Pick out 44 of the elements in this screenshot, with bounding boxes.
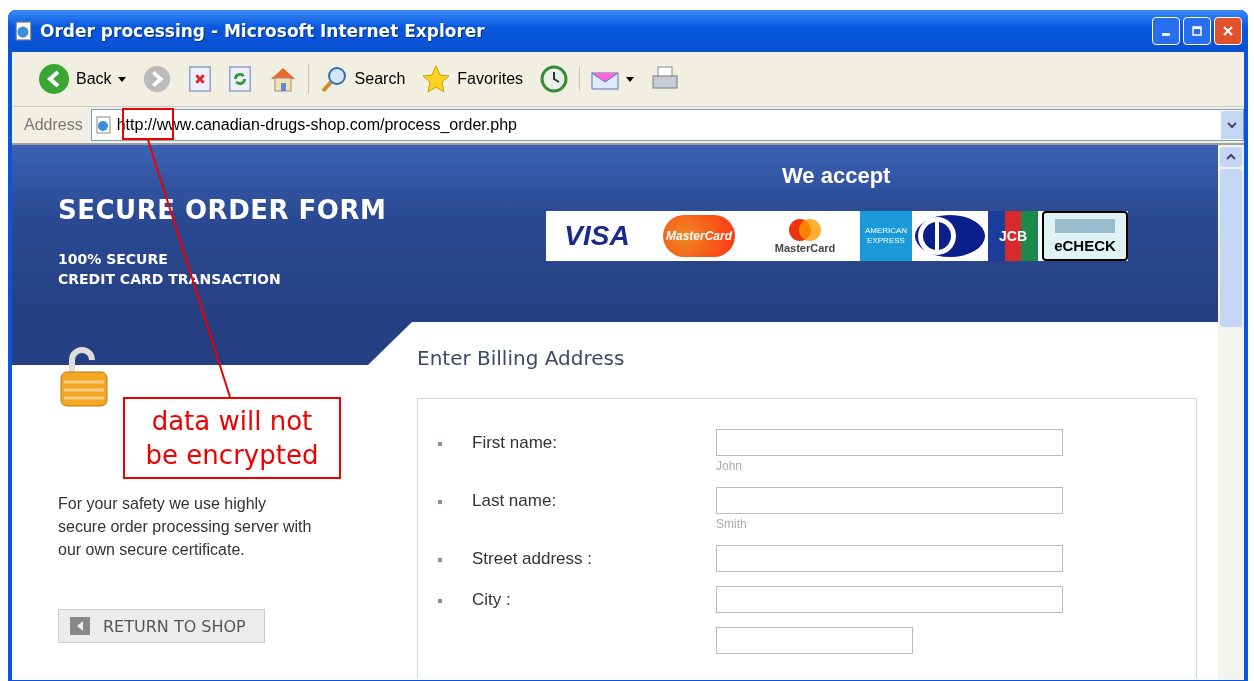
bullet-icon bbox=[438, 500, 442, 504]
search-button[interactable]: Search bbox=[307, 64, 412, 94]
accept-heading: We accept bbox=[782, 163, 891, 189]
page-icon bbox=[94, 116, 113, 134]
text-field[interactable] bbox=[716, 429, 1063, 456]
caret-icon bbox=[117, 76, 126, 82]
bullet-icon bbox=[438, 558, 442, 562]
bullet-icon bbox=[438, 599, 442, 603]
amex-logo: AMERICAN EXPRESS bbox=[860, 211, 912, 261]
field-label: Street address : bbox=[472, 548, 593, 569]
field-label: Last name: bbox=[472, 490, 558, 511]
text-field[interactable] bbox=[716, 586, 1063, 613]
echeck-logo: eCHECK bbox=[1042, 211, 1128, 261]
bullet-icon bbox=[438, 442, 442, 446]
page-icon bbox=[14, 21, 34, 41]
close-icon bbox=[1223, 26, 1233, 36]
back-button[interactable]: Back bbox=[32, 63, 132, 95]
mastercard-logo: MasterCard bbox=[750, 211, 860, 261]
caret-icon bbox=[1227, 120, 1237, 130]
text-field[interactable] bbox=[716, 545, 1063, 572]
minimize-button[interactable] bbox=[1152, 17, 1180, 45]
field-hint: Smith bbox=[716, 517, 748, 531]
field-label: City : bbox=[472, 589, 512, 610]
safety-text: For your safety we use highly secure order processing server with our own secure certificate. bbox=[58, 494, 313, 560]
field-hint: John bbox=[716, 459, 744, 473]
text-field[interactable] bbox=[716, 627, 913, 654]
dropdown-button[interactable] bbox=[1221, 111, 1243, 139]
maximize-icon bbox=[1192, 26, 1202, 36]
return-to-shop-button[interactable]: RETURN TO SHOP bbox=[58, 609, 265, 643]
open-padlock-icon bbox=[58, 346, 110, 408]
minimize-icon bbox=[1162, 32, 1170, 36]
visa-logo: VISA bbox=[563, 219, 631, 253]
scrollbar[interactable] bbox=[1218, 145, 1244, 680]
billing-heading: Enter Billing Address bbox=[417, 346, 626, 370]
maximize-button[interactable] bbox=[1183, 17, 1211, 45]
caret-icon bbox=[626, 76, 635, 82]
window-title: Order processing - Microsoft Internet Explorer bbox=[40, 21, 486, 41]
text-field[interactable] bbox=[716, 487, 1063, 514]
favorites-button[interactable]: Favorites bbox=[415, 64, 530, 94]
address-label: Address bbox=[24, 116, 83, 134]
close-button[interactable] bbox=[1214, 17, 1242, 45]
callout-text: data will not be encrypted bbox=[145, 405, 319, 472]
field-label: First name: bbox=[472, 432, 559, 453]
star-icon bbox=[421, 64, 452, 94]
